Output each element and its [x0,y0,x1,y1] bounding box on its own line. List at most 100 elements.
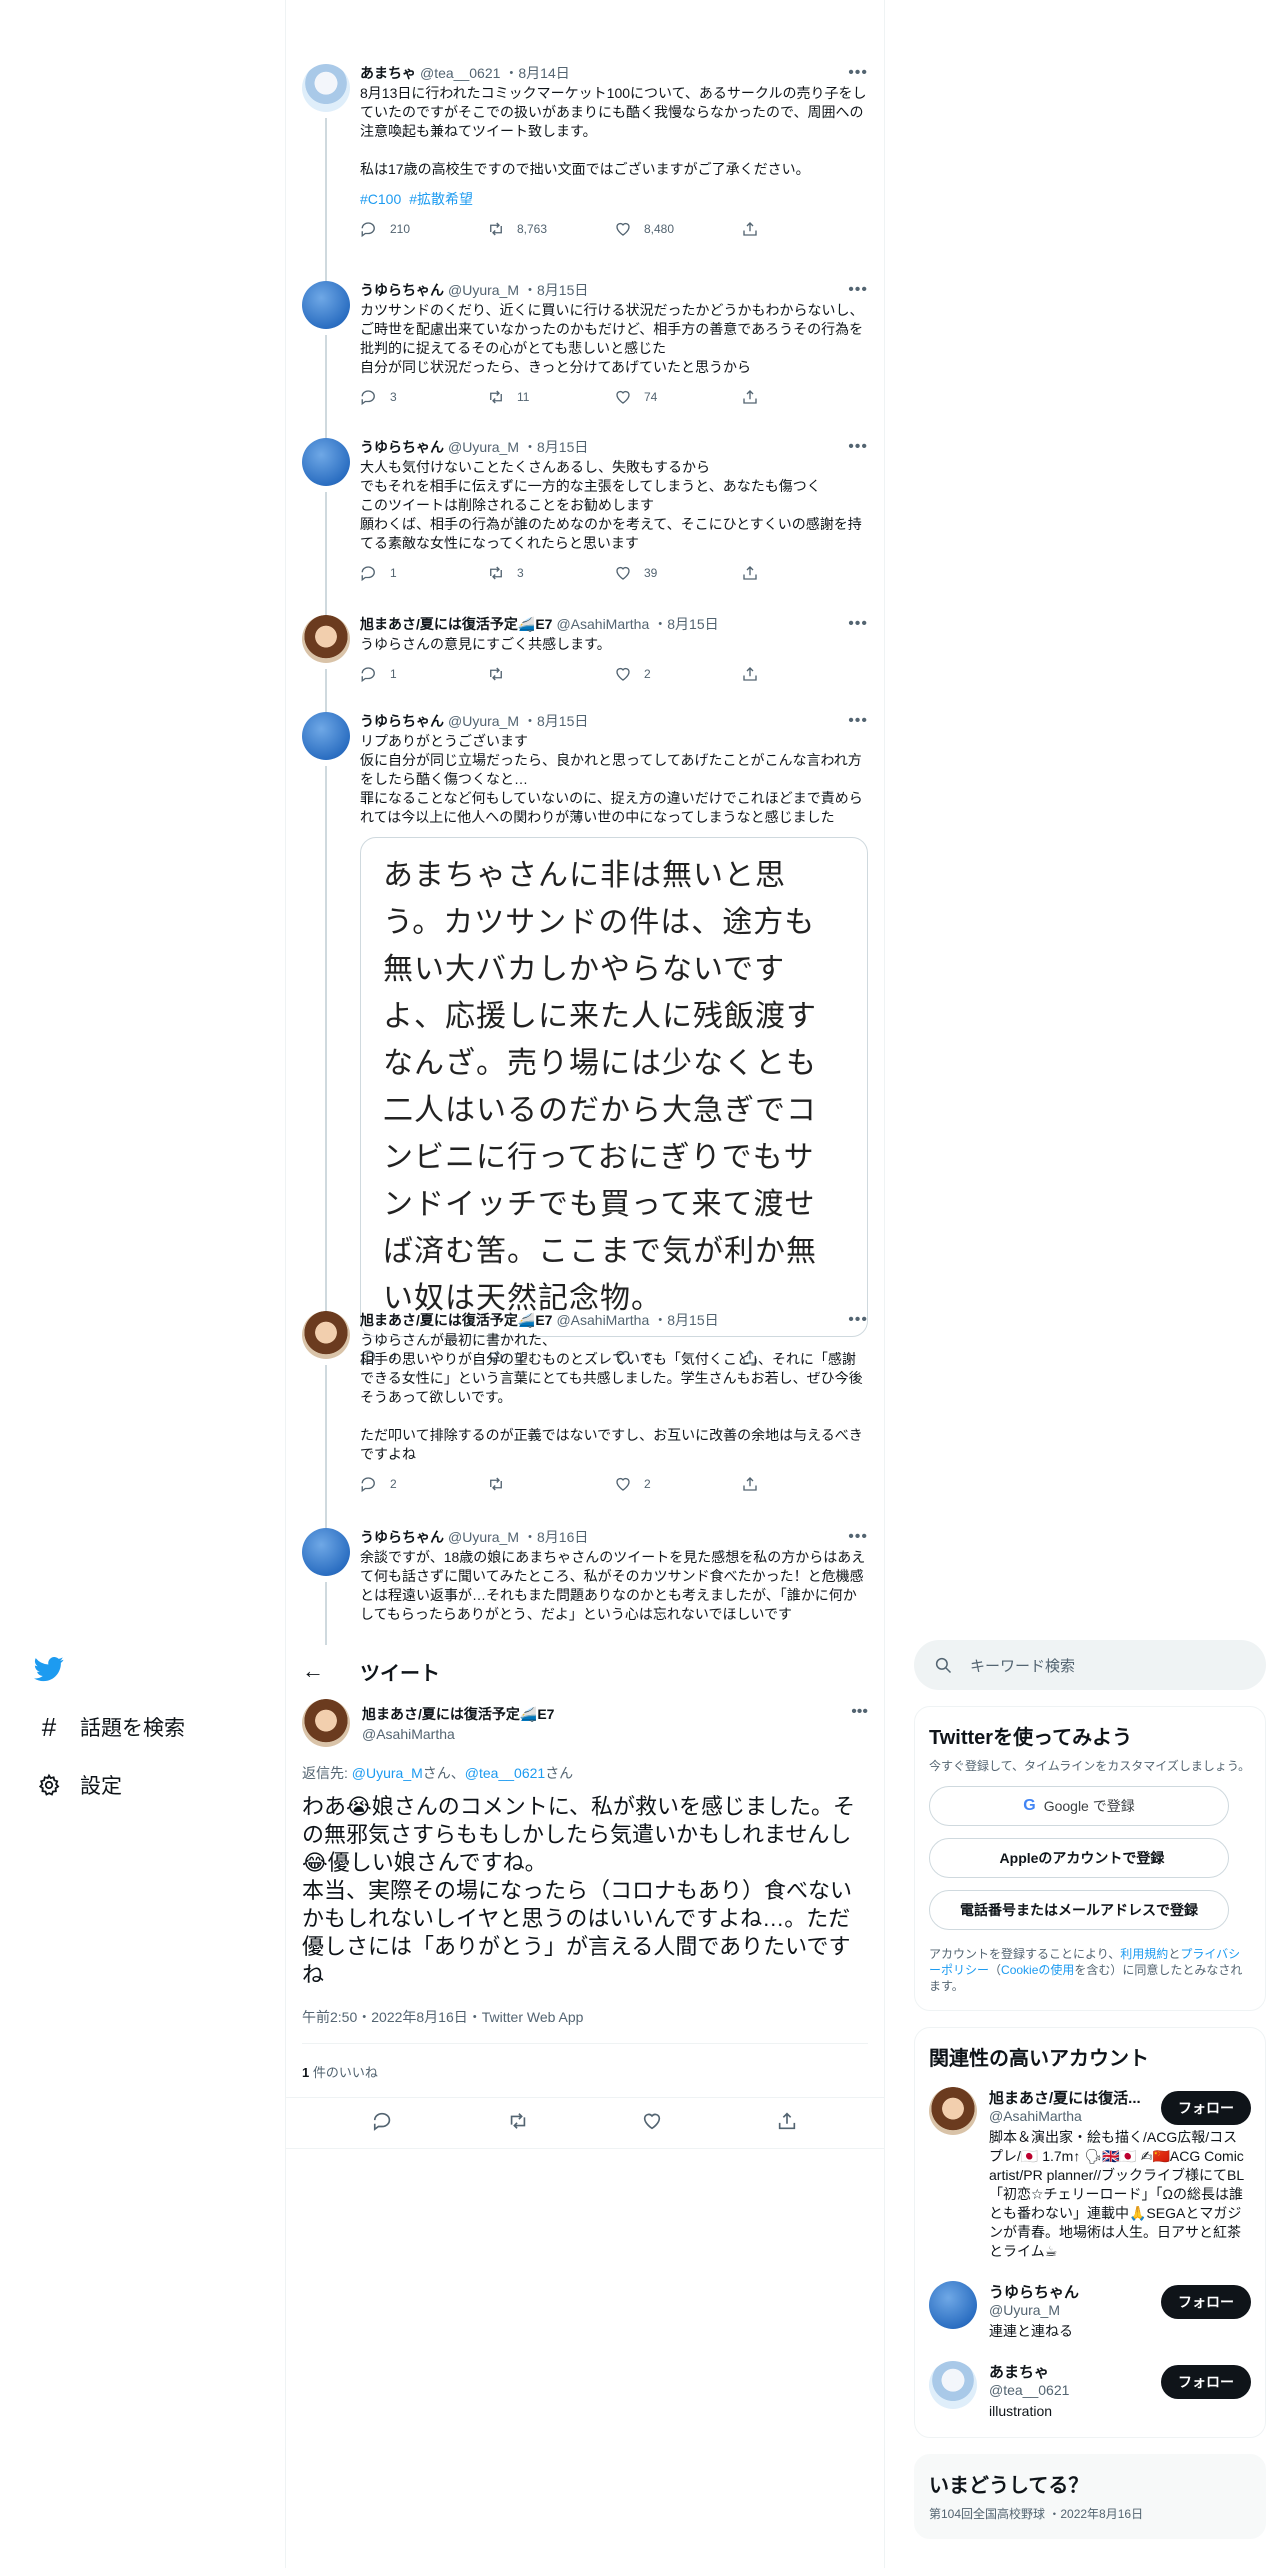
reply-button[interactable]: 2 [360,1475,487,1493]
tweet[interactable]: 旭まあさ/夏には復活予定🚄E7 @AsahiMartha ・8月15日 ••• うゆら… [286,615,884,712]
tweet[interactable]: うゆらちゃん @Uyura_M ・8月15日 ••• カツサンドのくだり、近くに買いに… [286,281,884,438]
like-button[interactable] [641,2110,663,2137]
author-name[interactable]: うゆらちゃん [360,438,444,456]
account-row[interactable]: うゆらちゃん @Uyura_M 連連と連ねる フォロー [929,2281,1251,2341]
back-arrow-icon[interactable]: ← [302,1658,336,1684]
avatar[interactable] [302,712,350,760]
author-handle[interactable]: @Uyura_M [448,281,519,299]
retweet-button[interactable]: 8,763 [487,220,614,238]
follow-button[interactable]: フォロー [1161,2091,1251,2125]
author-handle[interactable]: @Uyura_M [448,1528,519,1546]
cookie-link[interactable]: Cookieの使用 [1001,1963,1074,1977]
author-handle[interactable]: @Uyura_M [448,438,519,456]
avatar[interactable] [929,2281,977,2329]
tweet-date[interactable]: ・8月15日 [653,1311,718,1329]
tweet-date[interactable]: ・8月14日 [504,64,569,82]
reply-button[interactable] [372,2110,394,2137]
retweet-button[interactable] [487,665,614,683]
account-name[interactable]: あまちゃ [989,2361,1151,2382]
author-name[interactable]: 旭まあさ/夏には復活予定🚄E7 [362,1704,554,1724]
reply-user-link[interactable]: @tea__0621 [465,1765,545,1781]
author-handle[interactable]: @AsahiMartha [556,1311,649,1329]
more-icon[interactable]: ••• [848,712,868,730]
nav-settings[interactable]: 設定 [0,1756,285,1814]
tweet-date[interactable]: ・8月15日 [523,712,588,730]
account-handle[interactable]: @tea__0621 [989,2382,1151,2398]
author-name[interactable]: うゆらちゃん [360,712,444,730]
likes-count-link[interactable]: 1 件のいいね [286,2062,884,2081]
like-button[interactable]: 2 [614,665,741,683]
avatar[interactable] [302,438,350,486]
author-name[interactable]: あまちゃ [360,64,416,82]
like-button[interactable]: 2 [614,1475,741,1493]
more-icon[interactable]: ••• [848,64,868,82]
avatar[interactable] [929,2361,977,2409]
search-input[interactable]: キーワード検索 [914,1640,1266,1690]
more-icon[interactable]: ••• [848,438,868,456]
tweet-timestamp[interactable]: 午前2:50・2022年8月16日・Twitter Web App [286,2007,884,2027]
reply-user-link[interactable]: @Uyura_M [352,1765,423,1781]
share-button[interactable] [741,388,868,406]
more-icon[interactable]: ••• [848,281,868,299]
avatar[interactable] [929,2087,977,2135]
more-icon[interactable]: ••• [848,615,868,633]
author-name[interactable]: 旭まあさ/夏には復活予定🚄E7 [360,1311,552,1329]
account-name[interactable]: 旭まあさ/夏には復活... [989,2087,1151,2108]
author-handle[interactable]: @AsahiMartha [362,1726,554,1742]
nav-explore[interactable]: # 話題を検索 [0,1698,285,1756]
tweet-date[interactable]: ・8月16日 [523,1528,588,1546]
retweet-button[interactable] [487,1475,614,1493]
tweet[interactable]: あまちゃ @tea__0621 ・8月14日 ••• 8月13日に行われたコミックマー… [286,0,884,281]
like-button[interactable]: 8,480 [614,220,741,238]
more-icon[interactable]: ••• [848,1528,868,1546]
share-button[interactable] [741,220,868,238]
account-name[interactable]: うゆらちゃん [989,2281,1151,2302]
tweet-date[interactable]: ・8月15日 [653,615,718,633]
tweet-date[interactable]: ・8月15日 [523,438,588,456]
terms-link[interactable]: 利用規約 [1120,1947,1168,1961]
avatar[interactable] [302,1528,350,1576]
author-name[interactable]: うゆらちゃん [360,1528,444,1546]
more-icon[interactable]: ••• [851,1703,868,1721]
retweet-button[interactable]: 3 [487,564,614,582]
reply-button[interactable]: 3 [360,388,487,406]
avatar[interactable] [302,1699,350,1747]
share-button[interactable] [741,1475,868,1493]
tweet[interactable]: うゆらちゃん @Uyura_M ・8月16日 ••• 余談ですが、18歳の娘にあまちゃ… [286,1528,884,1645]
avatar[interactable] [302,64,350,112]
tweet[interactable]: 旭まあさ/夏には復活予定🚄E7 @AsahiMartha ・8月15日 ••• うゆら… [286,1311,884,1528]
twitter-logo[interactable] [0,1640,285,1698]
quoted-text-card[interactable]: あまちゃさんに非は無いと思う。カツサンドの件は、途方も無い大バカしかやらないです… [360,837,868,1337]
retweet-button[interactable] [507,2110,529,2137]
apple-signup-button[interactable]: Appleのアカウントで登録 [929,1838,1229,1878]
avatar[interactable] [302,281,350,329]
follow-button[interactable]: フォロー [1161,2285,1251,2319]
author-name[interactable]: 旭まあさ/夏には復活予定🚄E7 [360,615,552,633]
more-icon[interactable]: ••• [848,1311,868,1329]
author-handle[interactable]: @tea__0621 [420,64,500,82]
avatar[interactable] [302,1311,350,1359]
share-button[interactable] [741,564,868,582]
like-button[interactable]: 39 [614,564,741,582]
author-name[interactable]: うゆらちゃん [360,281,444,299]
google-signup-button[interactable]: G Google で登録 [929,1786,1229,1826]
account-row[interactable]: あまちゃ @tea__0621 illustration フォロー [929,2361,1251,2421]
share-button[interactable] [741,665,868,683]
author-handle[interactable]: @AsahiMartha [556,615,649,633]
reply-button[interactable]: 1 [360,564,487,582]
account-handle[interactable]: @AsahiMartha [989,2108,1151,2124]
phone-signup-button[interactable]: 電話番号またはメールアドレスで登録 [929,1890,1229,1930]
retweet-button[interactable]: 11 [487,388,614,406]
tweet-date[interactable]: ・8月15日 [523,281,588,299]
trend-item[interactable]: 第104回全国高校野球 ・2022年8月16日 [929,2506,1251,2522]
share-button[interactable] [776,2110,798,2137]
reply-button[interactable]: 1 [360,665,487,683]
account-row[interactable]: 旭まあさ/夏には復活... @AsahiMartha 脚本＆演出家・絵も描く/A… [929,2087,1251,2261]
author-handle[interactable]: @Uyura_M [448,712,519,730]
tweet[interactable]: うゆらちゃん @Uyura_M ・8月15日 ••• 大人も気付けないことたくさんある… [286,438,884,615]
tweet[interactable]: うゆらちゃん @Uyura_M ・8月15日 ••• リプありがとうございます 仮に自… [286,712,884,1366]
like-button[interactable]: 74 [614,388,741,406]
reply-button[interactable]: 210 [360,220,487,238]
hashtag-link[interactable]: #C100 [360,191,401,207]
follow-button[interactable]: フォロー [1161,2365,1251,2399]
